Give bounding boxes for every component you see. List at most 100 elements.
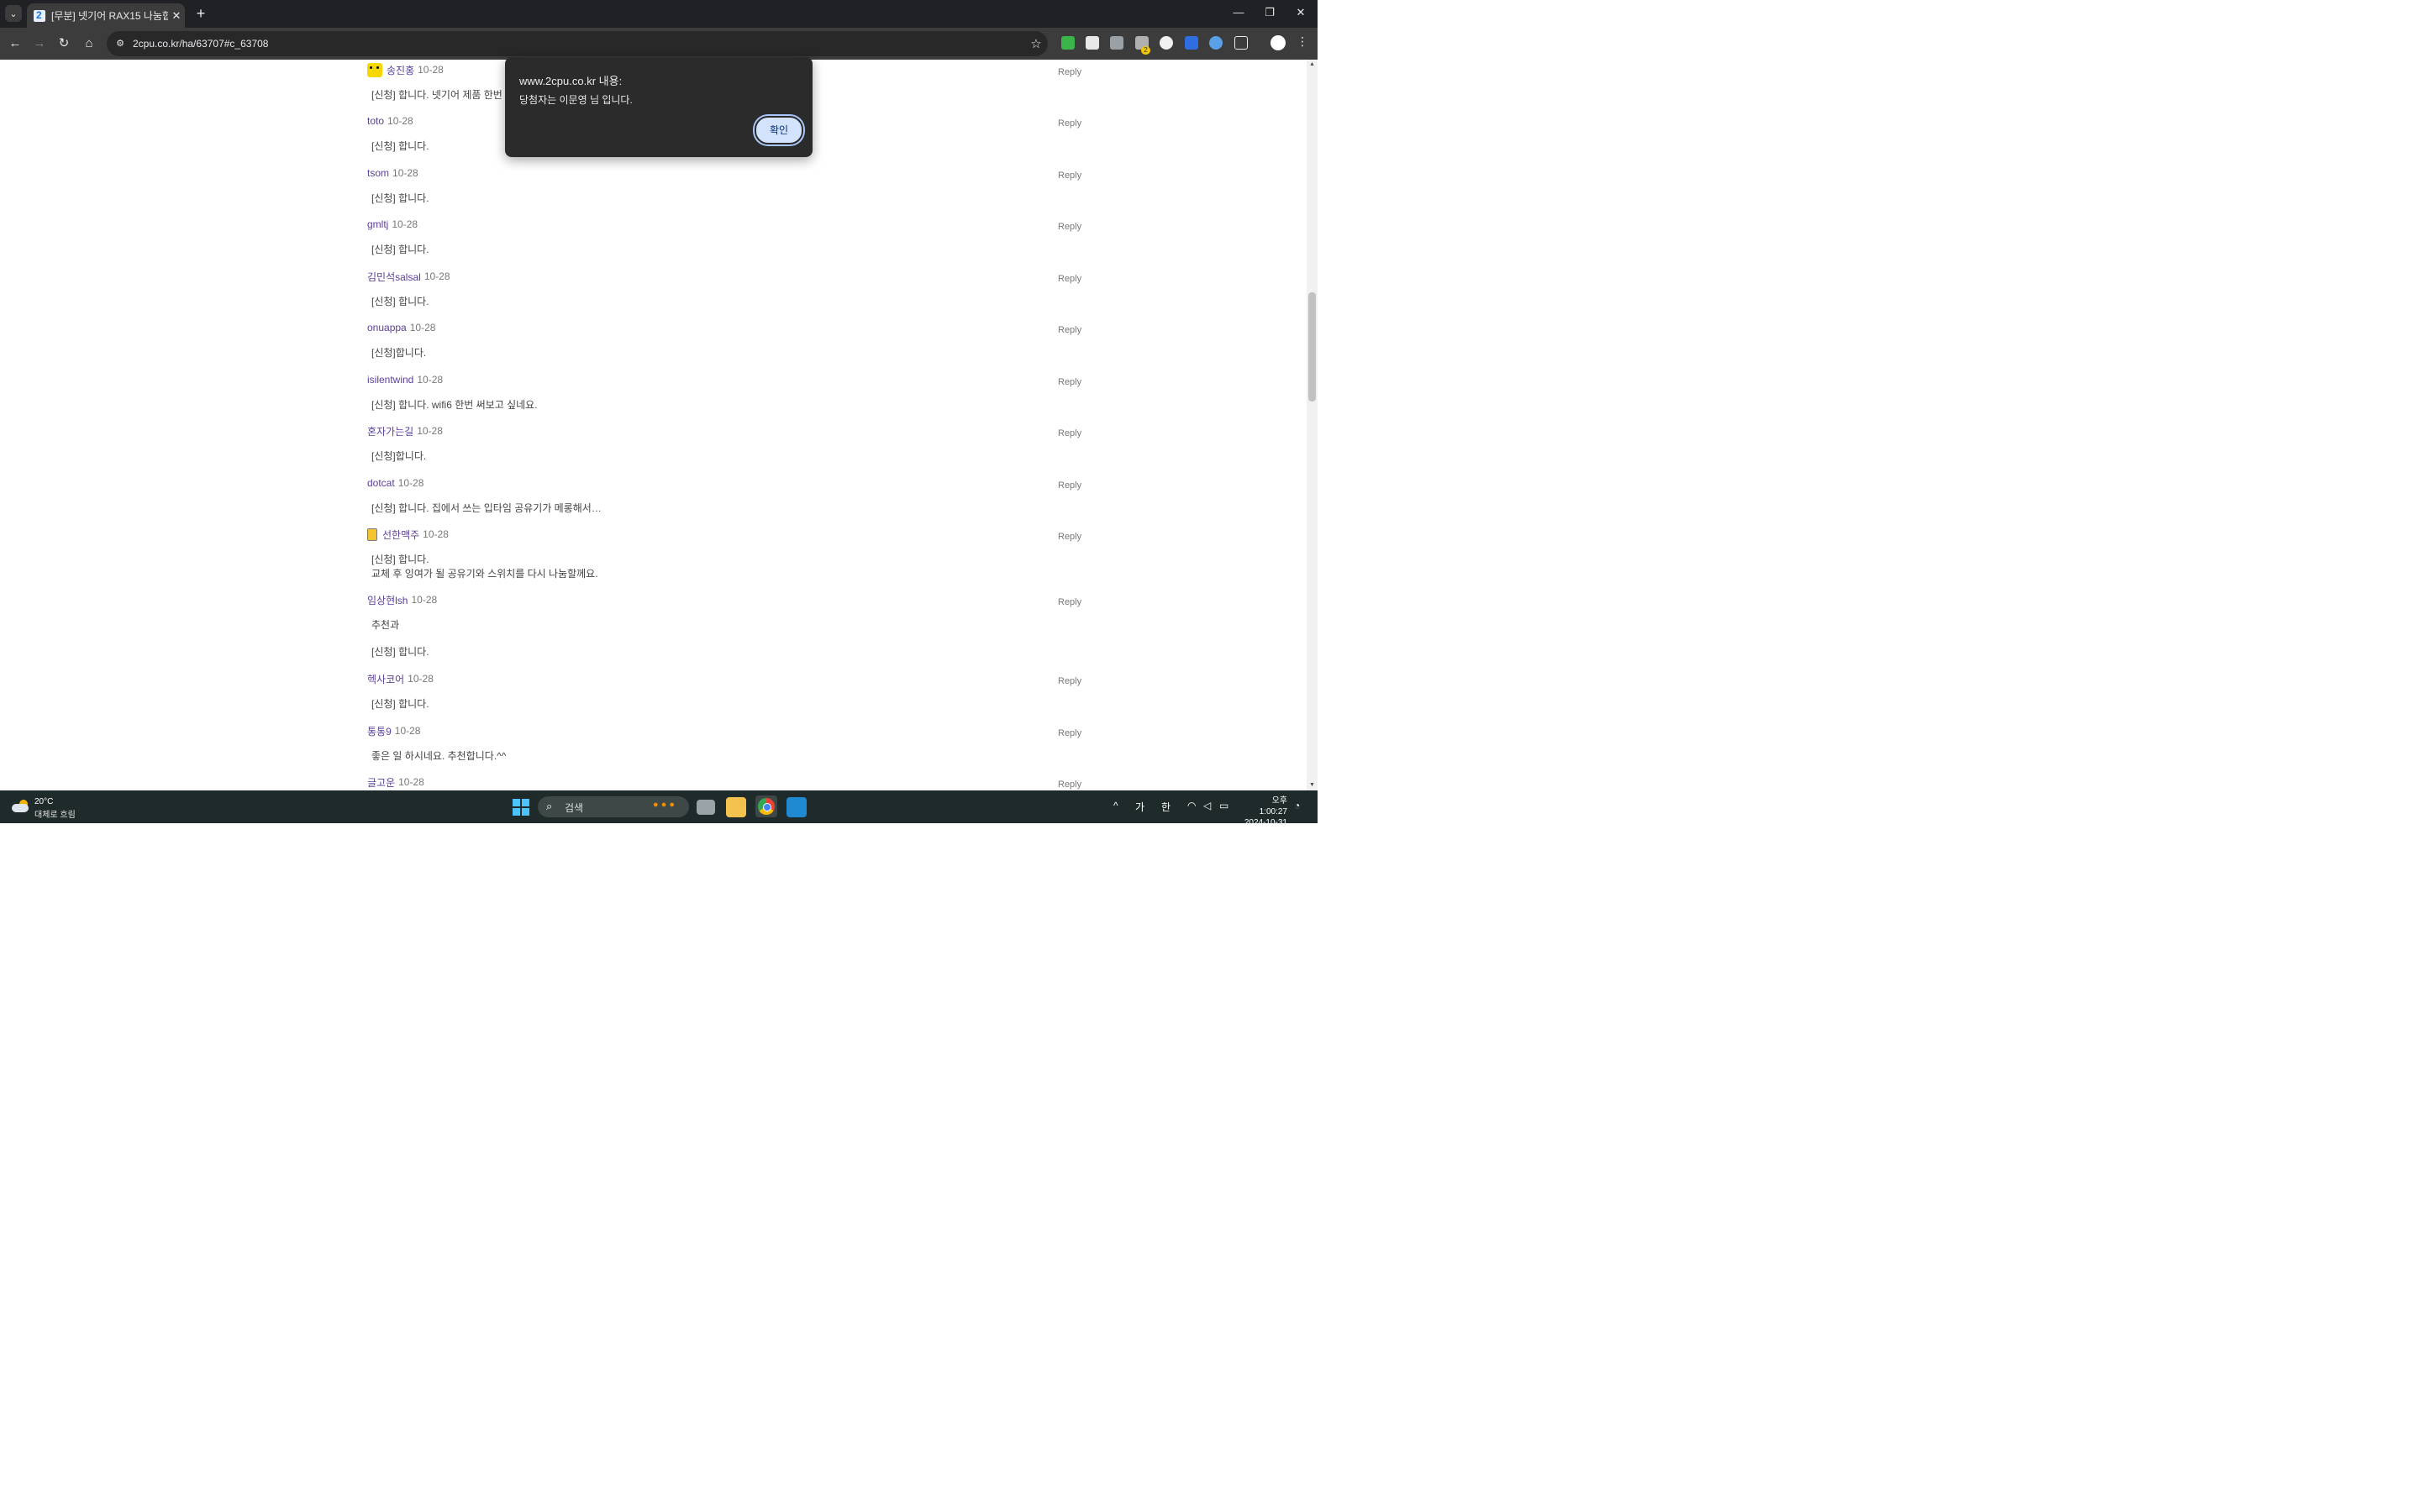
system-clock[interactable]: 오후 1:00:27 2024-10-31 bbox=[1242, 795, 1287, 828]
comment-author-link[interactable]: 헥사코어 bbox=[367, 672, 404, 686]
comment-body: 교체 후 잉여가 될 공유기와 스위치를 다시 나눔할께요. bbox=[371, 568, 598, 580]
extension-cloud-icon[interactable] bbox=[1160, 36, 1173, 50]
comment-author-link[interactable]: gmltj bbox=[367, 218, 388, 230]
tab-search-button[interactable]: ⌄ bbox=[5, 5, 22, 22]
comment-author-link[interactable]: isilentwind bbox=[367, 374, 413, 386]
comment-item: tsom 10-28 Reply [신청] 합니다. bbox=[367, 165, 1090, 216]
weather-temperature[interactable]: 20°C bbox=[34, 797, 53, 806]
scroll-down-icon[interactable]: ▼ bbox=[1308, 782, 1316, 789]
clock-time: 오후 1:00:27 bbox=[1259, 796, 1287, 816]
comment-author-link[interactable]: 김민석salsal bbox=[367, 270, 421, 284]
comment-body: [신청] 합니다. bbox=[371, 140, 429, 152]
reply-link[interactable]: Reply bbox=[1058, 118, 1081, 129]
reply-link[interactable]: Reply bbox=[1058, 222, 1081, 232]
comment-item: 혼자가는길 10-28 Reply [신청]합니다. bbox=[367, 423, 1090, 474]
beer-avatar-icon bbox=[367, 528, 377, 541]
reply-link[interactable]: Reply bbox=[1058, 728, 1081, 738]
extension-settings-icon[interactable] bbox=[1209, 36, 1223, 50]
address-bar[interactable]: ⚙ 2cpu.co.kr/ha/63707#c_63708 ☆ bbox=[107, 31, 1048, 56]
show-hidden-icons-icon[interactable]: ^ bbox=[1113, 800, 1118, 811]
reply-link[interactable]: Reply bbox=[1058, 67, 1081, 77]
comment-body: 좋은 일 하시네요. 추천합니다.^^ bbox=[371, 750, 507, 762]
comment-author-link[interactable]: 선한맥주 bbox=[382, 528, 419, 542]
browser-menu-icon[interactable]: ⋮ bbox=[1295, 34, 1310, 51]
file-explorer-icon[interactable] bbox=[726, 797, 746, 817]
weather-icon[interactable] bbox=[12, 799, 30, 814]
comment-header: 통통9 10-28 bbox=[367, 723, 420, 738]
home-icon[interactable]: ⌂ bbox=[80, 34, 98, 53]
comment-header: 혼자가는길 10-28 bbox=[367, 423, 443, 438]
forward-arrow-icon[interactable]: → bbox=[30, 34, 49, 53]
comment-header: 임상현lsh 10-28 bbox=[367, 592, 437, 607]
comment-author-link[interactable]: 송진홍 bbox=[387, 63, 414, 77]
reply-link[interactable]: Reply bbox=[1058, 597, 1081, 607]
reply-link[interactable]: Reply bbox=[1058, 676, 1081, 686]
restore-button[interactable]: ❐ bbox=[1257, 6, 1282, 23]
reply-link[interactable]: Reply bbox=[1058, 274, 1081, 284]
wifi-icon[interactable]: ◠ bbox=[1187, 800, 1196, 811]
scrollbar-thumb[interactable] bbox=[1308, 292, 1316, 402]
comment-author-link[interactable]: tsom bbox=[367, 167, 389, 179]
weather-description[interactable]: 대체로 흐림 bbox=[34, 807, 76, 820]
windows-taskbar: 20°C 대체로 흐림 ⌕ 검색 ● ● ● ^ 가 한 ◠ ◁ ▭ 오후 1:… bbox=[0, 790, 1318, 827]
comment-body: [신청] 합니다. 넷기어 제품 한번 bbox=[371, 89, 502, 101]
taskbar-search[interactable]: ⌕ 검색 ● ● ● bbox=[538, 796, 689, 817]
scroll-up-icon[interactable]: ▲ bbox=[1308, 61, 1316, 68]
ime-mode-2[interactable]: 한 bbox=[1161, 800, 1171, 814]
extension-document-icon[interactable] bbox=[1086, 36, 1099, 50]
comment-author-link[interactable]: 글고운 bbox=[367, 775, 395, 790]
close-window-button[interactable]: ✕ bbox=[1288, 6, 1313, 23]
comment-author-link[interactable]: dotcat bbox=[367, 477, 395, 489]
chrome-app-icon[interactable] bbox=[755, 795, 777, 817]
clock-date: 2024-10-31 bbox=[1244, 818, 1287, 827]
reply-link[interactable]: Reply bbox=[1058, 325, 1081, 335]
dialog-ok-button[interactable]: 확인 bbox=[755, 116, 803, 144]
extension-badge: 2 bbox=[1141, 46, 1150, 55]
comment-author-link[interactable]: 임상현lsh bbox=[367, 593, 408, 607]
extension-shield-icon[interactable] bbox=[1110, 36, 1123, 50]
reply-link[interactable]: Reply bbox=[1058, 377, 1081, 387]
new-tab-button[interactable]: + bbox=[192, 6, 209, 23]
comment-date: 10-28 bbox=[387, 115, 413, 127]
extensions-puzzle-icon[interactable] bbox=[1234, 36, 1248, 50]
vscode-icon[interactable] bbox=[786, 797, 807, 817]
comment-author-link[interactable]: onuappa bbox=[367, 322, 407, 333]
comment-author-link[interactable]: 통통9 bbox=[367, 724, 392, 738]
tab-close-icon[interactable]: ✕ bbox=[168, 9, 185, 23]
reply-link[interactable]: Reply bbox=[1058, 171, 1081, 181]
comment-author-link[interactable]: toto bbox=[367, 115, 384, 127]
reply-link[interactable]: Reply bbox=[1058, 780, 1081, 790]
battery-icon[interactable]: ▭ bbox=[1219, 800, 1228, 811]
comment-header: onuappa 10-28 bbox=[367, 320, 435, 335]
comment-author-link[interactable]: 혼자가는길 bbox=[367, 424, 413, 438]
comment-date: 10-28 bbox=[392, 167, 418, 179]
pikachu-avatar-icon bbox=[367, 62, 382, 77]
comment-body: [신청] 합니다. bbox=[371, 554, 429, 565]
url-text[interactable]: 2cpu.co.kr/ha/63707#c_63708 bbox=[133, 38, 1024, 50]
comment-item: 임상현lsh 10-28 Reply 추천과 [신청] 합니다. bbox=[367, 592, 1090, 658]
minimize-button[interactable]: — bbox=[1226, 6, 1251, 23]
extension-download-icon[interactable] bbox=[1185, 36, 1198, 50]
bookmark-star-icon[interactable]: ☆ bbox=[1024, 36, 1048, 51]
active-tab[interactable]: [무분] 넷기어 RAX15 나눔합니다 ✕ bbox=[27, 3, 185, 28]
site-info-icon[interactable]: ⚙ bbox=[114, 38, 126, 50]
ime-mode-1[interactable]: 가 bbox=[1135, 800, 1144, 814]
reply-link[interactable]: Reply bbox=[1058, 532, 1081, 542]
comment-header: dotcat 10-28 bbox=[367, 475, 424, 491]
profile-avatar[interactable] bbox=[1270, 35, 1286, 50]
notification-icon[interactable]: ◔ bbox=[1294, 800, 1300, 811]
comment-item: isilentwind 10-28 Reply [신청] 합니다. wifi6 한번 … bbox=[367, 372, 1090, 423]
extension-green-icon[interactable] bbox=[1061, 36, 1075, 50]
reply-link[interactable]: Reply bbox=[1058, 428, 1081, 438]
reply-link[interactable]: Reply bbox=[1058, 480, 1081, 491]
start-button-icon[interactable] bbox=[513, 799, 529, 816]
reload-icon[interactable]: ↻ bbox=[55, 34, 73, 53]
comment-header: isilentwind 10-28 bbox=[367, 372, 443, 387]
site-favicon-icon bbox=[34, 9, 45, 22]
volume-icon[interactable]: ◁ bbox=[1203, 800, 1211, 811]
comment-body: [신청] 합니다. bbox=[371, 646, 429, 658]
task-view-icon[interactable] bbox=[697, 800, 715, 815]
page-scrollbar[interactable]: ▲ ▼ bbox=[1307, 60, 1318, 790]
comment-header: 헥사코어 10-28 bbox=[367, 671, 434, 686]
back-arrow-icon[interactable]: ← bbox=[6, 34, 24, 53]
